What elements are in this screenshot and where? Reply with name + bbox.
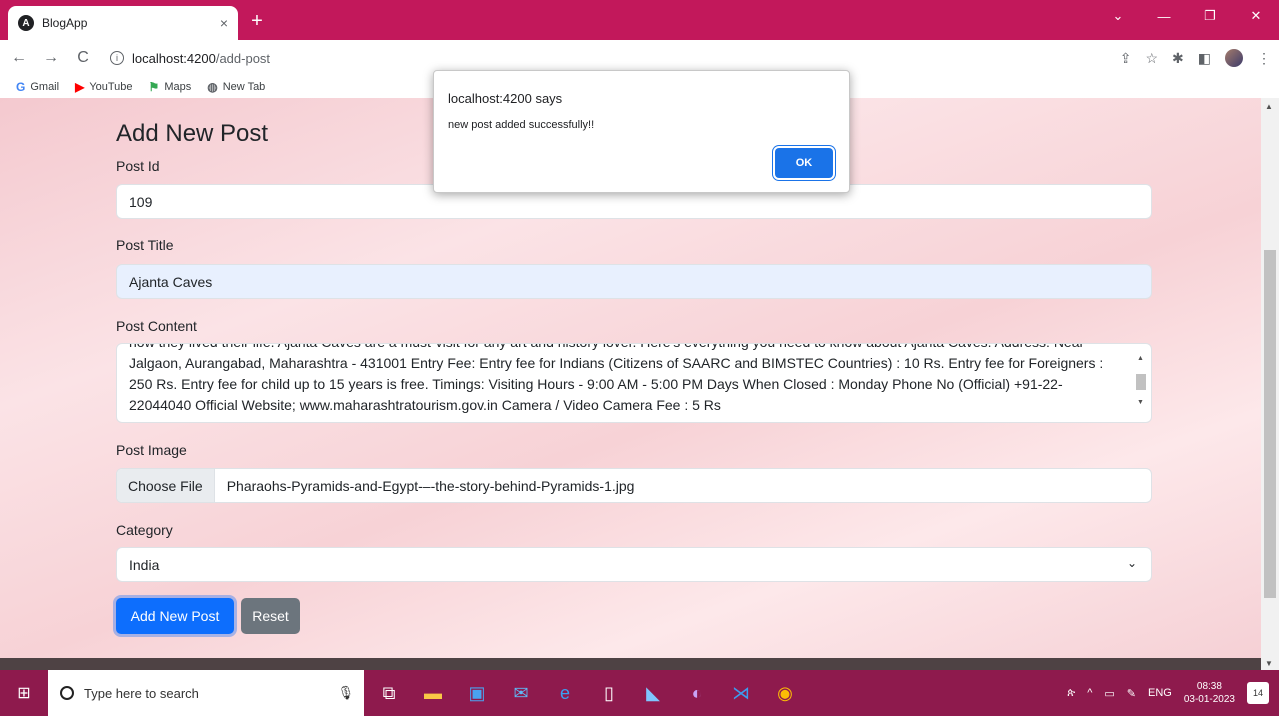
clock-time: 08:38 [1196, 681, 1222, 692]
side-panel-icon[interactable]: ◧ [1198, 50, 1211, 67]
tab-search-icon[interactable]: ⌄ [1095, 0, 1141, 32]
post-id-label: Post Id [116, 158, 160, 174]
app-icon[interactable]: ◣ [636, 676, 670, 710]
bookmark-maps[interactable]: ⚑ Maps [149, 80, 192, 94]
window-controls: ⌄ — ❐ ✕ [1095, 0, 1279, 40]
scroll-up-icon[interactable]: ▲ [1137, 348, 1144, 369]
profile-avatar[interactable] [1225, 49, 1243, 67]
close-window-button[interactable]: ✕ [1233, 0, 1279, 32]
microphone-icon[interactable]: 🎙 [337, 685, 354, 701]
eclipse-icon[interactable]: ◐ [680, 676, 714, 710]
post-title-input[interactable]: Ajanta Caves [116, 264, 1152, 299]
address-bar[interactable]: i localhost:4200/add-post [106, 44, 1126, 72]
back-icon[interactable]: ← [6, 49, 32, 67]
restore-button[interactable]: ❐ [1187, 0, 1233, 32]
bookmark-label: Maps [164, 81, 192, 93]
store-icon[interactable]: ▣ [460, 676, 494, 710]
bookmark-gmail[interactable]: G Gmail [16, 80, 59, 94]
angular-favicon-icon: A [18, 15, 34, 31]
menu-icon[interactable]: ⋮ [1257, 50, 1271, 67]
cortana-icon [60, 686, 74, 700]
post-image-file-input[interactable]: Choose File Pharaohs-Pyramids-and-Egypt-… [116, 468, 1152, 503]
url-path: /add-post [215, 50, 271, 66]
chrome-icon[interactable]: ◉ [768, 676, 802, 710]
choose-file-button[interactable]: Choose File [117, 469, 215, 502]
page-scrollbar[interactable]: ▲ ▼ [1261, 98, 1279, 670]
bookmark-label: YouTube [89, 81, 133, 93]
battery-icon[interactable]: ▭ [1104, 687, 1114, 700]
clock[interactable]: 08:38 03-01-2023 [1184, 680, 1235, 706]
textarea-scrollbar[interactable]: ▲ ▼ [1135, 348, 1147, 418]
show-hidden-icons-icon[interactable]: ^ [1087, 687, 1092, 699]
reset-button[interactable]: Reset [241, 598, 300, 634]
system-tray: ጵ ^ ▭ ✎ ENG 08:38 03-01-2023 14 [1067, 670, 1279, 716]
forward-icon[interactable]: → [38, 49, 64, 67]
tab-close-icon[interactable]: × [220, 15, 228, 31]
globe-icon: ◍ [207, 80, 218, 94]
url-host: localhost:4200 [132, 50, 216, 66]
mail-icon[interactable]: ✉ [504, 676, 538, 710]
people-icon[interactable]: ጵ [1067, 687, 1075, 700]
page-footer [0, 658, 1261, 670]
category-select[interactable]: India ⌄ [116, 547, 1152, 582]
page-title: Add New Post [116, 120, 269, 147]
textarea-scroll-thumb[interactable] [1136, 374, 1146, 390]
task-view-icon[interactable]: ⧉ [372, 676, 406, 710]
notification-center-icon[interactable]: 14 [1247, 682, 1269, 704]
new-tab-button[interactable]: + [244, 8, 270, 34]
vscode-icon[interactable]: ⋊ [724, 676, 758, 710]
bookmark-new-tab[interactable]: ◍ New Tab [207, 80, 265, 94]
post-content-label: Post Content [116, 318, 197, 334]
ok-button[interactable]: OK [775, 148, 833, 178]
language-indicator[interactable]: ENG [1148, 687, 1172, 699]
category-selected-value: India [129, 556, 160, 573]
google-icon: G [16, 80, 26, 94]
taskbar-search-placeholder: Type here to search [84, 685, 199, 701]
bookmark-youtube[interactable]: ▶ YouTube [75, 80, 132, 94]
alert-dialog: localhost:4200 says new post added succe… [433, 70, 850, 193]
dialog-message: new post added successfully!! [448, 119, 595, 131]
share-icon[interactable]: ⇪ [1120, 50, 1132, 67]
bookmark-star-icon[interactable]: ☆ [1145, 50, 1158, 67]
youtube-icon: ▶ [75, 80, 85, 94]
selected-file-name: Pharaohs-Pyramids-and-Egypt-–-the-story-… [226, 477, 635, 494]
reload-icon[interactable]: C [70, 49, 96, 67]
site-info-icon[interactable]: i [110, 51, 124, 65]
clock-date: 03-01-2023 [1183, 694, 1235, 705]
page-scroll-thumb[interactable] [1264, 250, 1276, 598]
tab-strip: A BlogApp × + ⌄ — ❐ ✕ [0, 0, 1279, 40]
edge-icon[interactable]: e [548, 676, 582, 710]
chevron-down-icon: ⌄ [1126, 556, 1137, 570]
add-new-post-button[interactable]: Add New Post [116, 598, 234, 634]
windows-start-icon[interactable]: ⊞ [0, 670, 48, 716]
minimize-button[interactable]: — [1141, 0, 1187, 32]
dialog-title: localhost:4200 says [448, 91, 563, 106]
extensions-icon[interactable]: ✱ [1172, 50, 1184, 67]
file-explorer-icon[interactable]: ▬ [416, 676, 450, 710]
maps-icon: ⚑ [148, 80, 160, 94]
category-label: Category [116, 522, 173, 538]
tab-title: BlogApp [42, 16, 88, 30]
page-scroll-up-icon[interactable]: ▲ [1265, 102, 1273, 111]
toolbar-icons: ⇪ ☆ ✱ ◧ ⋮ [1120, 40, 1271, 76]
pen-icon[interactable]: ✎ [1127, 687, 1136, 700]
windows-taskbar: ⊞ Type here to search 🎙 ⧉ ▬ ▣ ✉ e ▯ ◣ ◐ … [0, 670, 1279, 716]
post-title-label: Post Title [116, 237, 174, 253]
browser-tab[interactable]: A BlogApp × [8, 6, 238, 40]
page-scroll-down-icon[interactable]: ▼ [1265, 659, 1273, 668]
notepad-icon[interactable]: ▯ [592, 676, 626, 710]
post-content-textarea[interactable]: how they lived their life. Ajanta Caves … [116, 343, 1152, 423]
post-content-text: how they lived their life. Ajanta Caves … [129, 344, 1104, 413]
taskbar-apps: ⧉ ▬ ▣ ✉ e ▯ ◣ ◐ ⋊ ◉ [372, 676, 802, 710]
post-image-label: Post Image [116, 442, 187, 458]
bookmark-label: New Tab [222, 81, 266, 93]
taskbar-search-box[interactable]: Type here to search 🎙 [48, 670, 364, 716]
bookmark-label: Gmail [30, 81, 60, 93]
scroll-down-icon[interactable]: ▼ [1137, 392, 1144, 413]
